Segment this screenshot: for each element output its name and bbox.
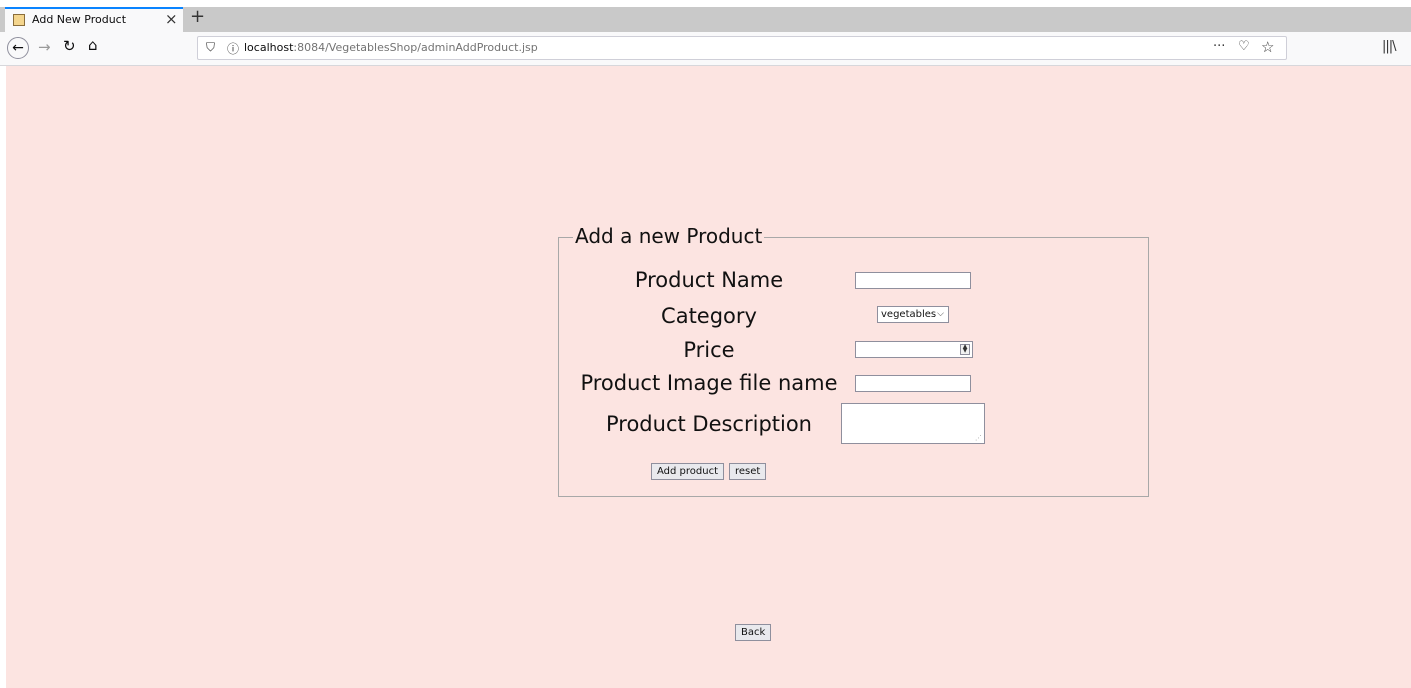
- tab-add-new-product[interactable]: Add New Product ×: [5, 7, 183, 32]
- product-name-label: Product Name: [634, 268, 784, 292]
- description-label: Product Description: [605, 412, 812, 436]
- image-file-input[interactable]: [855, 375, 971, 392]
- address-bar[interactable]: ⛉ ⓘ localhost:8084/VegetablesShop/adminA…: [197, 36, 1287, 60]
- category-selected-value: vegetables: [881, 309, 937, 320]
- price-input[interactable]: ▲ ▼: [855, 341, 973, 358]
- info-icon[interactable]: ⓘ: [227, 40, 239, 57]
- back-button[interactable]: Back: [735, 624, 772, 641]
- url-path: :8084/VegetablesShop/adminAddProduct.jsp: [293, 41, 538, 54]
- category-select[interactable]: vegetables ⌵: [877, 306, 949, 323]
- window-top-edge: [0, 0, 1411, 7]
- reload-icon[interactable]: ↻: [63, 37, 76, 55]
- page-favicon-icon: [13, 14, 25, 26]
- library-icon[interactable]: |||\: [1382, 39, 1396, 54]
- bookmark-star-icon[interactable]: ☆: [1261, 38, 1274, 56]
- add-product-button[interactable]: Add product: [651, 463, 725, 480]
- forward-icon[interactable]: →: [38, 38, 51, 56]
- back-icon[interactable]: ←: [7, 37, 29, 59]
- tab-close-icon[interactable]: ×: [165, 10, 178, 28]
- url-host: localhost: [244, 41, 294, 54]
- description-textarea[interactable]: ⋰: [841, 403, 985, 444]
- product-name-input[interactable]: [855, 272, 971, 289]
- url-text[interactable]: localhost:8084/VegetablesShop/adminAddPr…: [244, 41, 538, 54]
- category-label: Category: [661, 304, 757, 328]
- tab-strip: Add New Product × +: [0, 0, 1411, 32]
- home-icon[interactable]: ⌂: [88, 36, 98, 54]
- more-icon[interactable]: ···: [1213, 39, 1225, 54]
- navigation-toolbar: ← → ↻ ⌂ ⛉ ⓘ localhost:8084/VegetablesSho…: [0, 32, 1411, 66]
- image-file-label: Product Image file name: [580, 371, 838, 395]
- shield-icon[interactable]: ⛉: [206, 40, 215, 55]
- pocket-icon[interactable]: ♡: [1238, 39, 1250, 54]
- new-tab-icon[interactable]: +: [190, 6, 205, 27]
- page-body: Add a new Product Product Name Category …: [6, 66, 1411, 688]
- add-product-form: Add a new Product Product Name Category …: [558, 224, 1149, 497]
- chevron-down-icon: ⌵: [937, 309, 944, 319]
- price-label: Price: [683, 338, 735, 362]
- resize-grip-icon[interactable]: ⋰: [975, 434, 982, 442]
- form-legend: Add a new Product: [573, 224, 765, 248]
- spinner-icon[interactable]: ▲ ▼: [960, 344, 970, 355]
- reset-button[interactable]: reset: [729, 463, 767, 480]
- tab-title: Add New Product: [32, 13, 127, 26]
